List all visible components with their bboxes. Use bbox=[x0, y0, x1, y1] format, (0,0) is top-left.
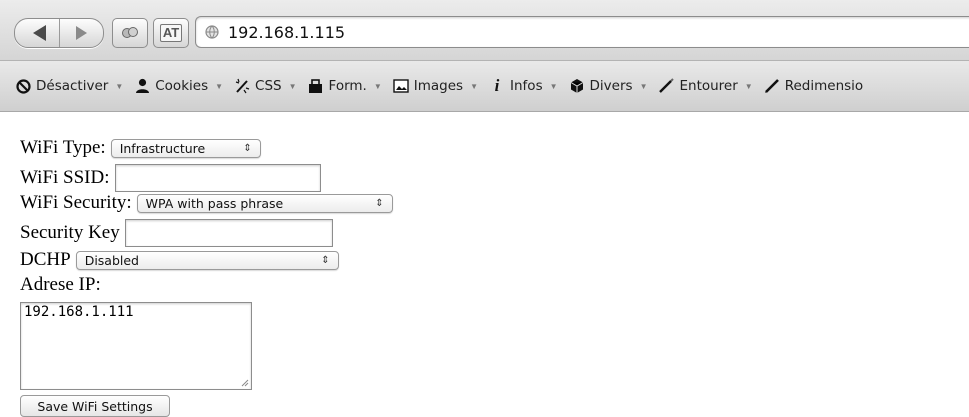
resize-grip-icon[interactable] bbox=[239, 377, 249, 387]
extension-button[interactable] bbox=[112, 18, 148, 48]
security-key-label: Security Key bbox=[20, 222, 120, 243]
user-icon bbox=[134, 78, 150, 94]
wifi-type-select[interactable]: Infrastructure ⇕ bbox=[110, 138, 261, 158]
chevron-down-icon: ▼ bbox=[373, 81, 382, 91]
nav-buttons bbox=[14, 18, 104, 48]
forward-button[interactable] bbox=[60, 19, 103, 47]
url-bar[interactable]: 192.168.1.115 bbox=[195, 16, 969, 48]
devbar-item-css[interactable]: CSS ▼ bbox=[234, 78, 297, 94]
dhcp-select[interactable]: Disabled ⇕ bbox=[75, 250, 339, 270]
ip-textarea[interactable]: 192.168.1.111 bbox=[20, 302, 252, 390]
wifi-security-label: WiFi Security: bbox=[20, 192, 132, 213]
browser-chrome: AT 192.168.1.115 Désactiver▼ Cookies▼ bbox=[0, 0, 969, 112]
url-text: 192.168.1.115 bbox=[228, 22, 346, 42]
dhcp-label: DCHP bbox=[20, 249, 71, 270]
at-icon: AT bbox=[159, 24, 183, 42]
chevron-down-icon: ▼ bbox=[744, 81, 753, 91]
wifi-type-label: WiFi Type: bbox=[20, 137, 106, 158]
devbar-item-images[interactable]: Images ▼ bbox=[393, 78, 478, 94]
wifi-ssid-row: WiFi SSID: bbox=[20, 164, 321, 192]
css-pen-icon bbox=[234, 78, 250, 94]
chevron-down-icon: ▼ bbox=[215, 81, 224, 91]
outline-icon bbox=[658, 78, 675, 94]
wifi-security-row: WiFi Security: WPA with pass phrase ⇕ bbox=[20, 192, 393, 214]
wifi-type-value: Infrastructure bbox=[119, 140, 206, 156]
resize-icon bbox=[764, 78, 780, 94]
web-developer-toolbar: Désactiver ▼ Cookies ▼ CSS ▼ Form. ▼ Ima… bbox=[0, 61, 969, 112]
ip-label: Adrese IP: bbox=[20, 274, 101, 295]
wifi-ssid-label: WiFi SSID: bbox=[20, 167, 110, 188]
back-arrow-icon bbox=[32, 25, 46, 41]
chevron-down-icon: ▼ bbox=[288, 81, 297, 91]
at-button[interactable]: AT bbox=[153, 18, 189, 48]
devbar-item-outline[interactable]: Entourer ▼ bbox=[658, 78, 753, 94]
chevron-down-icon: ▼ bbox=[115, 81, 124, 91]
extension-icon bbox=[122, 27, 138, 38]
wifi-security-value: WPA with pass phrase bbox=[145, 195, 284, 211]
save-wifi-settings-button[interactable]: Save WiFi Settings bbox=[20, 395, 170, 417]
security-key-input[interactable] bbox=[124, 219, 333, 247]
disable-icon bbox=[15, 78, 31, 94]
misc-icon bbox=[569, 78, 585, 94]
images-icon bbox=[393, 78, 409, 94]
security-key-row: Security Key bbox=[20, 219, 333, 247]
wifi-type-row: WiFi Type: Infrastructure ⇕ bbox=[20, 137, 261, 159]
chevron-down-icon: ▼ bbox=[470, 81, 479, 91]
form-icon bbox=[308, 78, 324, 94]
forward-arrow-icon bbox=[76, 26, 87, 40]
page-content: WiFi Type: Infrastructure ⇕ WiFi SSID: W… bbox=[0, 111, 969, 417]
select-arrows-icon: ⇕ bbox=[375, 197, 384, 209]
devbar-item-misc[interactable]: Divers ▼ bbox=[569, 78, 648, 94]
devbar-item-infos[interactable]: i Infos ▼ bbox=[489, 76, 558, 95]
devbar-item-forms[interactable]: Form. ▼ bbox=[308, 78, 382, 94]
info-icon: i bbox=[494, 76, 500, 95]
wifi-security-select[interactable]: WPA with pass phrase ⇕ bbox=[136, 193, 393, 213]
devbar-item-cookies[interactable]: Cookies ▼ bbox=[134, 78, 223, 94]
chevron-down-icon: ▼ bbox=[639, 81, 648, 91]
wifi-ssid-input[interactable] bbox=[114, 164, 321, 192]
ip-value: 192.168.1.111 bbox=[24, 304, 134, 320]
select-arrows-icon: ⇕ bbox=[321, 254, 330, 266]
browser-toolbar: AT 192.168.1.115 bbox=[0, 0, 969, 61]
ip-row: Adrese IP: bbox=[20, 274, 106, 296]
select-arrows-icon: ⇕ bbox=[243, 142, 252, 154]
globe-icon bbox=[205, 25, 219, 39]
devbar-item-disable[interactable]: Désactiver ▼ bbox=[15, 78, 123, 94]
back-button[interactable] bbox=[15, 19, 60, 47]
chevron-down-icon: ▼ bbox=[549, 81, 558, 91]
devbar-item-resize[interactable]: Redimensio bbox=[764, 78, 863, 94]
dhcp-row: DCHP Disabled ⇕ bbox=[20, 249, 339, 271]
dhcp-value: Disabled bbox=[84, 252, 139, 268]
